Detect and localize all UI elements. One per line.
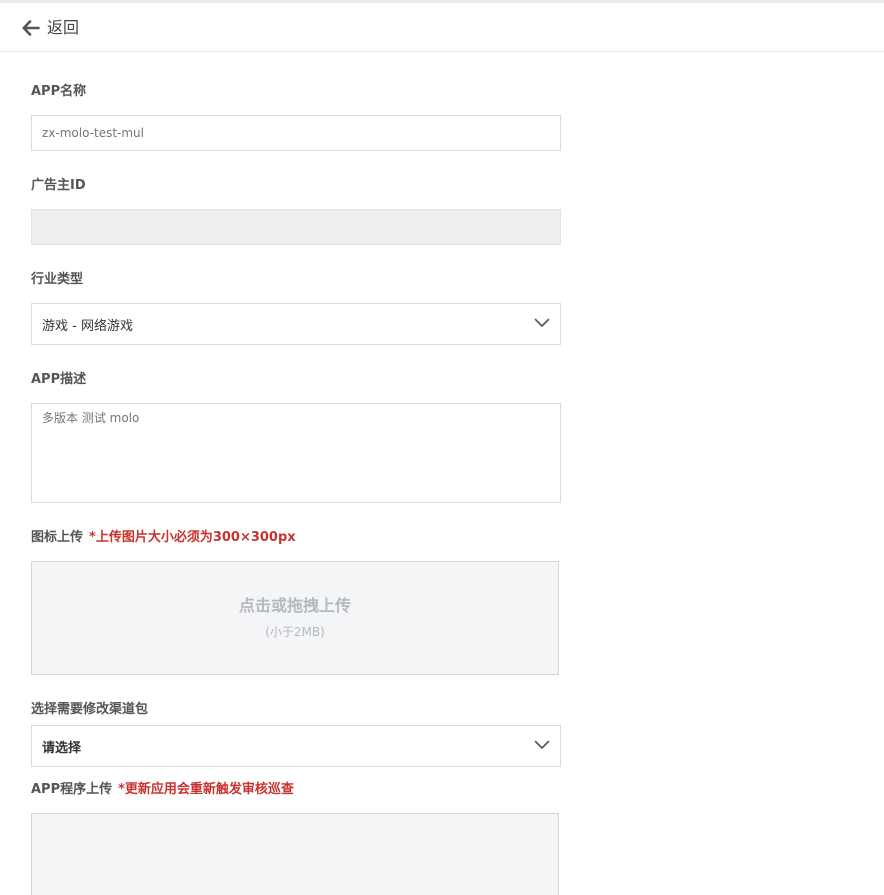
icon-upload-label-text: 图标上传: [31, 530, 84, 545]
description-textarea[interactable]: [31, 403, 561, 503]
industry-label: 行业类型: [31, 272, 84, 287]
icon-upload-label: 图标上传 *上传图片大小必须为300×300px: [31, 529, 296, 547]
industry-selected-value: 游戏 - 网络游戏: [42, 318, 133, 334]
chevron-down-icon: [534, 318, 550, 327]
industry-select[interactable]: 游戏 - 网络游戏: [31, 303, 561, 345]
description-label: APP描述: [31, 372, 87, 387]
channel-package-label: 选择需要修改渠道包: [31, 702, 149, 717]
arrow-left-icon: [22, 20, 40, 36]
app-upload-label-text: APP程序上传: [31, 782, 113, 797]
icon-upload-title: 点击或拖拽上传: [238, 596, 351, 615]
app-upload-note: *更新应用会重新触发审核巡查: [118, 782, 294, 797]
chevron-down-icon: [534, 740, 550, 749]
icon-upload-dropzone[interactable]: 点击或拖拽上传 (小于2MB): [31, 561, 559, 675]
app-name-label: APP名称: [31, 84, 87, 99]
icon-upload-note: *上传图片大小必须为300×300px: [89, 530, 296, 545]
app-upload-dropzone[interactable]: [31, 813, 559, 895]
app-name-input[interactable]: [31, 115, 561, 151]
channel-package-selected-value: 请选择: [42, 740, 82, 756]
back-button[interactable]: 返回: [22, 16, 79, 40]
advertiser-id-input: [31, 209, 561, 245]
icon-upload-hint: (小于2MB): [265, 625, 325, 639]
advertiser-id-label: 广告主ID: [31, 178, 86, 193]
back-label: 返回: [47, 18, 80, 37]
channel-package-select[interactable]: 请选择: [31, 725, 561, 767]
app-upload-label: APP程序上传 *更新应用会重新触发审核巡查: [31, 781, 294, 799]
page-header: 返回: [0, 3, 884, 52]
